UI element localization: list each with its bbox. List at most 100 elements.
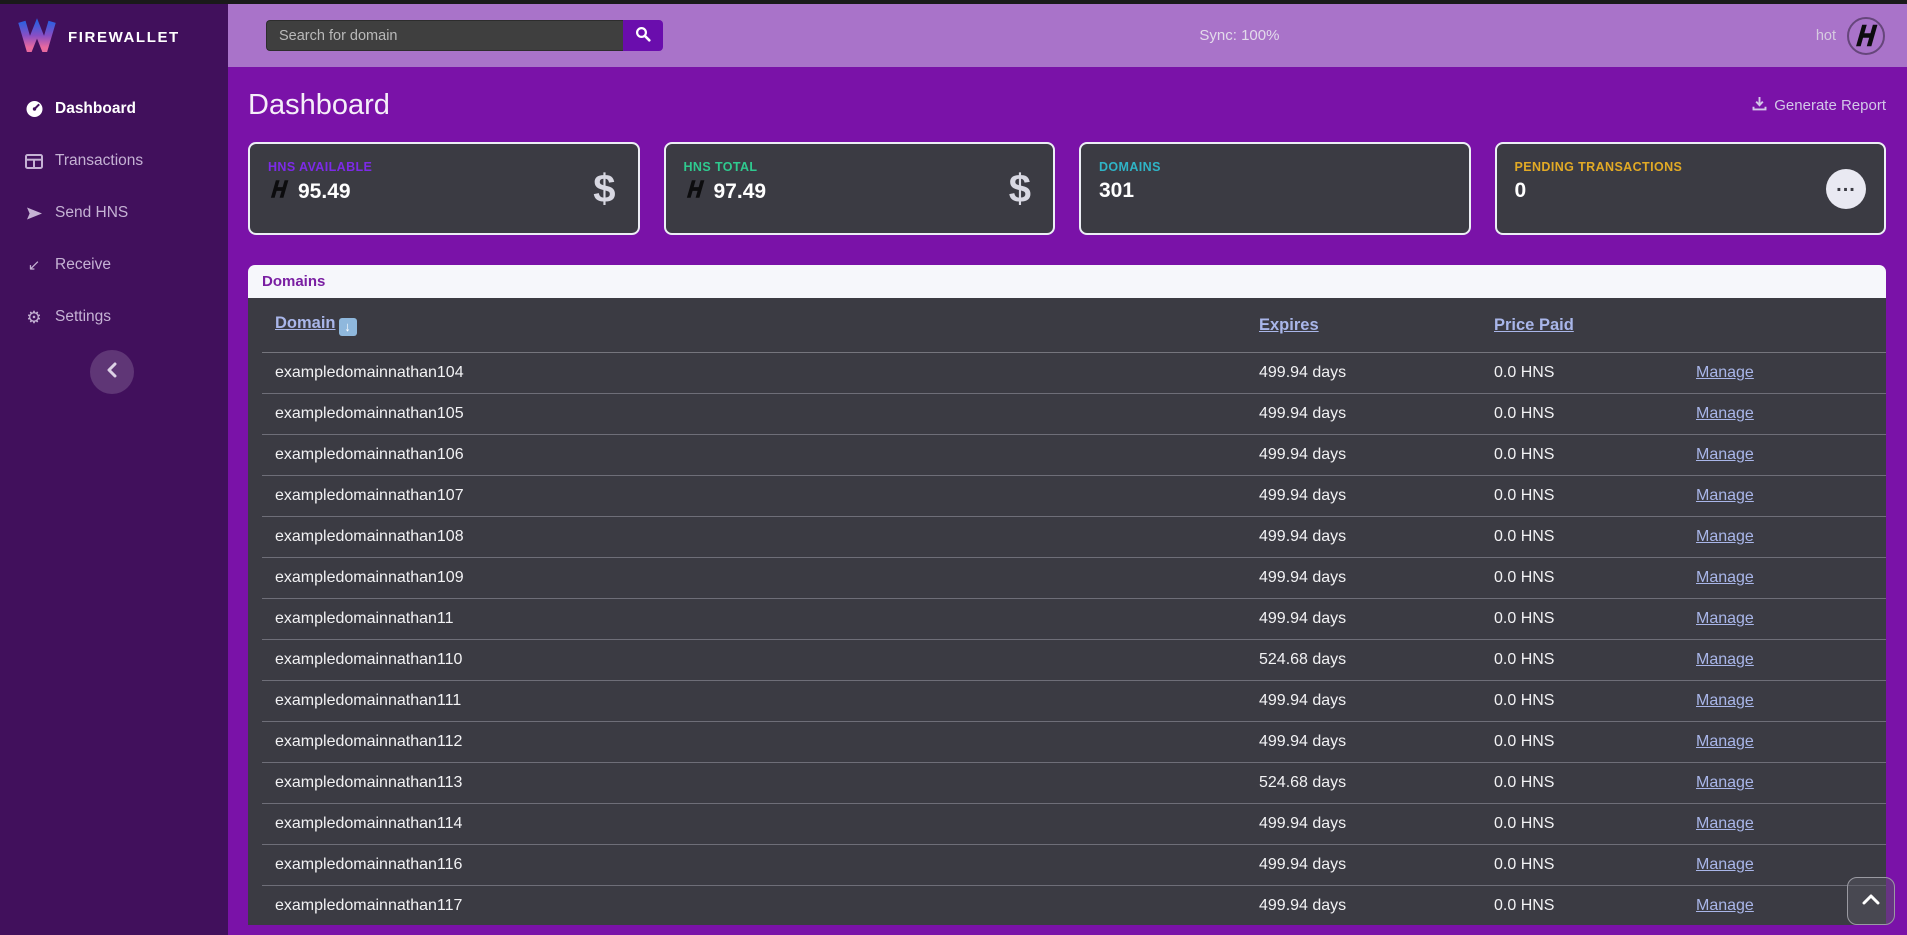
manage-link[interactable]: Manage — [1696, 446, 1754, 463]
card-hns-total: HNS TOTAL 97.49 $ — [664, 142, 1056, 235]
manage-link[interactable]: Manage — [1696, 856, 1754, 873]
column-sort-expires[interactable]: Expires — [1259, 316, 1319, 334]
domain-cell: exampledomainnathan106 — [275, 446, 1259, 464]
domains-table-rows: exampledomainnathan104499.94 days0.0 HNS… — [262, 353, 1886, 925]
chevron-up-icon — [1862, 892, 1880, 910]
sidebar-item-receive[interactable]: ↙ Receive — [0, 239, 228, 291]
price-cell: 0.0 HNS — [1494, 815, 1696, 833]
manage-link[interactable]: Manage — [1696, 815, 1754, 832]
dollar-icon: $ — [593, 169, 615, 209]
dollar-icon: $ — [1009, 169, 1031, 209]
scroll-to-top-button[interactable] — [1847, 877, 1895, 925]
domain-cell: exampledomainnathan104 — [275, 364, 1259, 382]
sidebar-item-label: Transactions — [55, 152, 143, 170]
column-sort-domain[interactable]: Domain — [275, 314, 336, 332]
manage-link[interactable]: Manage — [1696, 528, 1754, 545]
domain-cell: exampledomainnathan113 — [275, 774, 1259, 792]
manage-link[interactable]: Manage — [1696, 774, 1754, 791]
search-input[interactable] — [266, 20, 623, 51]
handshake-logo-icon[interactable] — [1847, 17, 1885, 55]
search-button[interactable] — [623, 20, 663, 51]
expires-cell: 499.94 days — [1259, 487, 1494, 505]
card-hns-available: HNS AVAILABLE 95.49 $ — [248, 142, 640, 235]
price-cell: 0.0 HNS — [1494, 610, 1696, 628]
domains-panel: Domains Domain↓ Expires Price Paid examp… — [248, 265, 1886, 925]
sidebar-item-dashboard[interactable]: Dashboard — [0, 83, 228, 135]
sidebar-item-label: Send HNS — [55, 204, 128, 222]
sidebar-item-label: Receive — [55, 256, 111, 274]
domain-cell: exampledomainnathan110 — [275, 651, 1259, 669]
sort-desc-icon: ↓ — [339, 318, 357, 336]
price-cell: 0.0 HNS — [1494, 856, 1696, 874]
table-row: exampledomainnathan108499.94 days0.0 HNS… — [262, 517, 1886, 558]
price-cell: 0.0 HNS — [1494, 774, 1696, 792]
domain-cell: exampledomainnathan107 — [275, 487, 1259, 505]
window-top-border — [0, 0, 1907, 4]
table-row: exampledomainnathan116499.94 days0.0 HNS… — [262, 845, 1886, 886]
expires-cell: 524.68 days — [1259, 774, 1494, 792]
domain-cell: exampledomainnathan114 — [275, 815, 1259, 833]
paper-plane-icon — [24, 206, 44, 221]
domain-cell: exampledomainnathan11 — [275, 610, 1259, 628]
generate-report-label: Generate Report — [1774, 97, 1886, 114]
table-row: exampledomainnathan112499.94 days0.0 HNS… — [262, 722, 1886, 763]
handshake-glyph-icon — [684, 179, 706, 205]
card-domains: DOMAINS 301 — [1079, 142, 1471, 235]
expires-cell: 499.94 days — [1259, 446, 1494, 464]
manage-link[interactable]: Manage — [1696, 610, 1754, 627]
sync-status: Sync: 100% — [663, 27, 1816, 44]
ellipsis-icon[interactable]: ... — [1826, 169, 1866, 209]
domains-table: Domain↓ Expires Price Paid exampledomain… — [248, 298, 1886, 925]
manage-link[interactable]: Manage — [1696, 692, 1754, 709]
sidebar-item-transactions[interactable]: Transactions — [0, 135, 228, 187]
card-value: 0 — [1515, 179, 1527, 203]
manage-link[interactable]: Manage — [1696, 487, 1754, 504]
card-value: 97.49 — [714, 180, 767, 204]
manage-link[interactable]: Manage — [1696, 651, 1754, 668]
sidebar-item-settings[interactable]: ⚙ Settings — [0, 291, 228, 343]
page-content: Dashboard Generate Report HNS AVAILABLE … — [228, 67, 1907, 935]
price-cell: 0.0 HNS — [1494, 692, 1696, 710]
manage-link[interactable]: Manage — [1696, 569, 1754, 586]
wallet-indicator: hot — [1816, 17, 1885, 55]
expires-cell: 499.94 days — [1259, 364, 1494, 382]
sidebar-item-send-hns[interactable]: Send HNS — [0, 187, 228, 239]
price-cell: 0.0 HNS — [1494, 364, 1696, 382]
table-row: exampledomainnathan11499.94 days0.0 HNSM… — [262, 599, 1886, 640]
domain-search — [266, 20, 663, 51]
sidebar-nav: Dashboard Transactions Send HNS ↙ Receiv… — [0, 83, 228, 343]
domains-panel-title: Domains — [248, 265, 1886, 298]
handshake-glyph-icon — [268, 179, 290, 205]
arrow-down-left-icon: ↙ — [24, 258, 44, 273]
brand-name: FIREWALLET — [68, 29, 180, 46]
expires-cell: 499.94 days — [1259, 569, 1494, 587]
table-row: exampledomainnathan104499.94 days0.0 HNS… — [262, 353, 1886, 394]
sidebar-collapse-button[interactable] — [90, 350, 134, 394]
page-header: Dashboard Generate Report — [248, 89, 1886, 122]
price-cell: 0.0 HNS — [1494, 528, 1696, 546]
price-cell: 0.0 HNS — [1494, 651, 1696, 669]
column-sort-price[interactable]: Price Paid — [1494, 316, 1574, 334]
manage-link[interactable]: Manage — [1696, 364, 1754, 381]
domain-cell: exampledomainnathan105 — [275, 405, 1259, 423]
manage-link[interactable]: Manage — [1696, 897, 1754, 914]
generate-report-button[interactable]: Generate Report — [1752, 96, 1886, 115]
manage-link[interactable]: Manage — [1696, 733, 1754, 750]
card-value: 95.49 — [298, 180, 351, 204]
table-header-row: Domain↓ Expires Price Paid — [262, 298, 1886, 353]
sidebar-item-label: Dashboard — [55, 100, 136, 118]
table-row: exampledomainnathan109499.94 days0.0 HNS… — [262, 558, 1886, 599]
manage-link[interactable]: Manage — [1696, 405, 1754, 422]
domain-cell: exampledomainnathan111 — [275, 692, 1259, 710]
price-cell: 0.0 HNS — [1494, 446, 1696, 464]
table-row: exampledomainnathan117499.94 days0.0 HNS… — [262, 886, 1886, 925]
domain-cell: exampledomainnathan108 — [275, 528, 1259, 546]
expires-cell: 499.94 days — [1259, 405, 1494, 423]
expires-cell: 499.94 days — [1259, 815, 1494, 833]
card-label: HNS TOTAL — [684, 160, 1036, 174]
table-row: exampledomainnathan106499.94 days0.0 HNS… — [262, 435, 1886, 476]
price-cell: 0.0 HNS — [1494, 487, 1696, 505]
card-label: DOMAINS — [1099, 160, 1451, 174]
card-label: HNS AVAILABLE — [268, 160, 620, 174]
domain-cell: exampledomainnathan117 — [275, 897, 1259, 915]
